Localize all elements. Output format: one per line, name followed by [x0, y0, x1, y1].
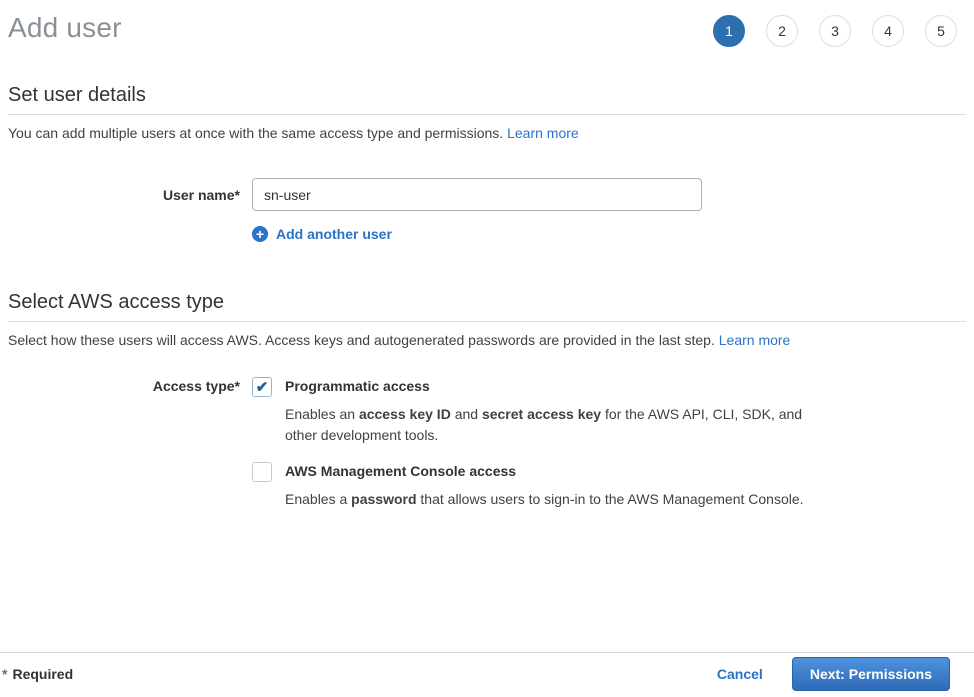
plus-icon: +	[252, 226, 268, 242]
divider	[8, 321, 966, 322]
step-1: 1	[713, 15, 745, 47]
cancel-button[interactable]: Cancel	[717, 666, 763, 682]
required-note: *Required	[8, 666, 73, 682]
user-details-learn-more-link[interactable]: Learn more	[507, 125, 579, 141]
step-3: 3	[819, 15, 851, 47]
option-programmatic-access: ✔ Programmatic access Enables an access …	[252, 376, 830, 446]
section-access-type: Select AWS access type Select how these …	[8, 291, 966, 510]
access-type-description-text: Select how these users will access AWS. …	[8, 332, 719, 348]
step-5: 5	[925, 15, 957, 47]
footer-actions: Cancel Next: Permissions	[717, 657, 950, 691]
access-type-learn-more-link[interactable]: Learn more	[719, 332, 791, 348]
step-4: 4	[872, 15, 904, 47]
required-asterisk: *	[2, 666, 7, 682]
access-type-description: Select how these users will access AWS. …	[8, 332, 966, 349]
add-another-user-link[interactable]: + Add another user	[252, 226, 392, 242]
option-console-access: AWS Management Console access Enables a …	[252, 461, 830, 510]
section-user-details: Set user details You can add multiple us…	[8, 84, 966, 242]
access-type-row: Access type* ✔ Programmatic access Enabl…	[8, 376, 966, 510]
add-another-user-row: + Add another user	[8, 211, 966, 242]
programmatic-access-description: Enables an access key ID and secret acce…	[285, 404, 830, 446]
user-name-row: User name*	[8, 178, 966, 211]
programmatic-access-checkbox[interactable]: ✔	[252, 377, 272, 397]
wizard-header: Add user 1 2 3 4 5	[8, 12, 966, 47]
add-another-user-label: Add another user	[276, 226, 392, 242]
required-label: Required	[12, 666, 73, 682]
access-type-label: Access type*	[8, 376, 252, 396]
console-access-title: AWS Management Console access	[285, 461, 804, 481]
console-access-checkbox[interactable]	[252, 462, 272, 482]
console-access-description: Enables a password that allows users to …	[285, 489, 804, 510]
programmatic-access-title: Programmatic access	[285, 376, 830, 396]
next-permissions-button[interactable]: Next: Permissions	[792, 657, 950, 691]
step-indicator: 1 2 3 4 5	[692, 15, 957, 47]
user-details-description-text: You can add multiple users at once with …	[8, 125, 507, 141]
step-2: 2	[766, 15, 798, 47]
divider	[8, 114, 966, 115]
access-type-heading: Select AWS access type	[8, 291, 966, 314]
user-name-label: User name*	[8, 185, 252, 205]
wizard-footer: *Required Cancel Next: Permissions	[0, 652, 974, 697]
user-details-heading: Set user details	[8, 84, 966, 107]
page-title: Add user	[8, 12, 122, 44]
user-details-description: You can add multiple users at once with …	[8, 125, 966, 142]
user-name-input[interactable]	[252, 178, 702, 211]
checkmark-icon: ✔	[256, 380, 269, 395]
add-user-wizard: Add user 1 2 3 4 5 Set user details You …	[0, 0, 974, 697]
